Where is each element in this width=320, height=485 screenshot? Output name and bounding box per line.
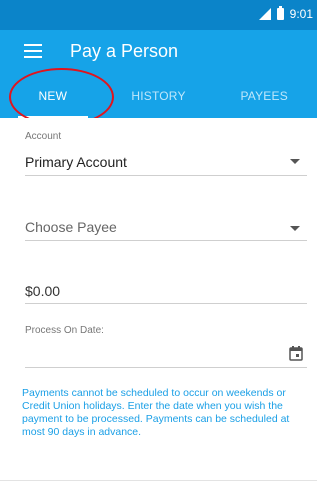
bottom-divider	[0, 480, 317, 481]
status-time: 9:01	[289, 7, 313, 21]
process-date-label: Process On Date:	[25, 325, 104, 336]
chevron-down-icon[interactable]	[290, 226, 300, 231]
account-label: Account	[25, 131, 62, 142]
payee-underline	[25, 240, 307, 241]
payee-select[interactable]: Choose Payee	[25, 219, 117, 235]
tab-payees[interactable]: PAYEES	[211, 74, 317, 118]
status-icons: 9:01	[258, 6, 313, 21]
app-bar: Pay a Person	[0, 30, 317, 74]
scheduling-info-text: Payments cannot be scheduled to occur on…	[22, 387, 290, 438]
calendar-icon[interactable]	[289, 346, 303, 361]
process-date-input[interactable]	[25, 348, 275, 364]
tab-bar: NEW HISTORY PAYEES	[0, 74, 317, 118]
battery-icon	[276, 6, 284, 20]
account-underline	[25, 175, 307, 176]
chevron-down-icon[interactable]	[290, 159, 300, 164]
tab-new[interactable]: NEW	[0, 74, 106, 118]
process-date-underline	[25, 367, 307, 368]
amount-underline	[25, 303, 307, 304]
tab-history[interactable]: HISTORY	[106, 74, 212, 118]
status-bar: 9:01	[0, 0, 317, 30]
menu-icon[interactable]	[24, 44, 42, 58]
account-select[interactable]: Primary Account	[25, 154, 127, 170]
amount-input[interactable]: $0.00	[25, 283, 60, 299]
signal-icon	[258, 8, 271, 20]
page-title: Pay a Person	[70, 41, 179, 61]
